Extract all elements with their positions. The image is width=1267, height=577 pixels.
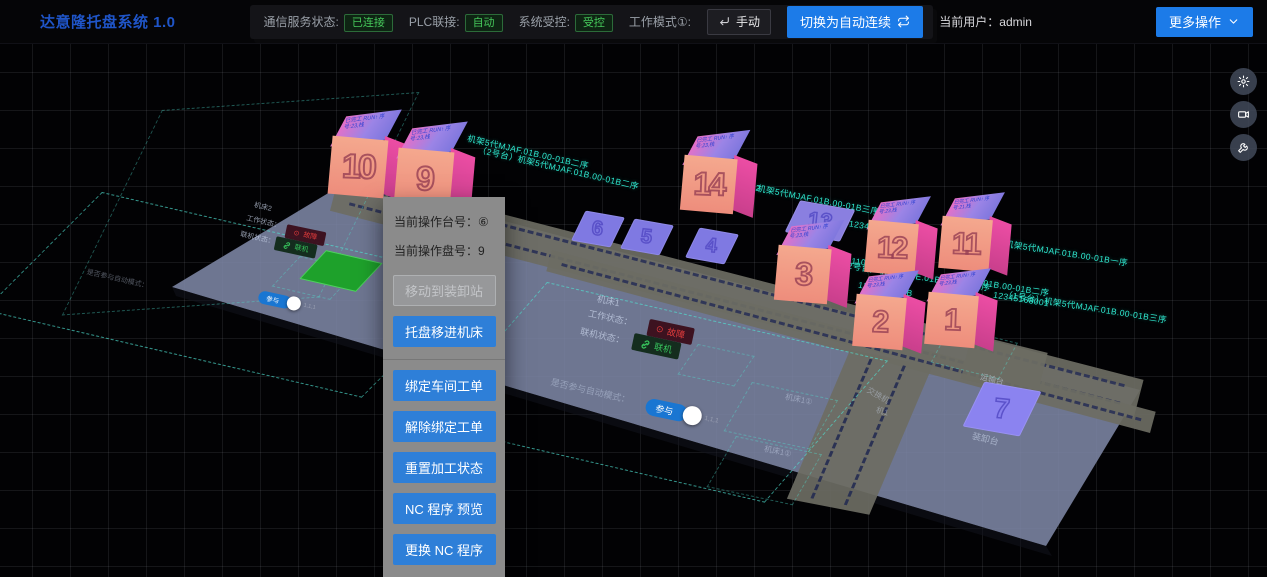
pallet-cube-14[interactable]: 已完工 RUN↑ 序号:23,栈 14 [682,132,764,218]
current-user-value: admin [999,15,1032,29]
cube-front-face: 2 [852,294,907,350]
scene-viewport[interactable]: 机床2 工作状态： 联机状态： ⊙故障 联机 是否参与自动模式： 参与 1,1,… [0,44,1267,577]
switch-auto-button[interactable]: 切换为自动连续 [787,6,923,38]
top-bar: 达意隆托盘系统 1.0 通信服务状态:已连接 PLC联接:自动 系统受控:受控 … [0,0,1267,44]
manual-mode-button[interactable]: 手动 [707,9,771,35]
pallet-number-value: 9 [478,244,485,258]
app-title: 达意隆托盘系统 1.0 [40,11,176,32]
pallet-tile-5[interactable]: 5 [620,219,674,256]
pallet-cube-1[interactable]: 已完工 RUN↑ 序号:23,栈 1 [926,271,1003,352]
status-badge-controlled: 受控 [575,14,613,32]
pallet-cube-3[interactable]: 已完工 RUN↑ 序号:23,栈 3 [776,222,858,308]
station-number-row: 当前操作台号：⑥ [383,207,505,236]
annotation: （2号台）机架5代MJAF.01B.00-01B二序 [477,144,640,193]
cube-front-face: 1 [924,292,979,348]
status-bar: 通信服务状态:已连接 PLC联接:自动 系统受控:受控 工作模式①: 手动 切换… [250,5,934,39]
pallet-tile-6[interactable]: 6 [571,211,625,248]
status-badge-connected: 已连接 [344,14,393,32]
gear-icon [1237,75,1250,88]
alarm-icon: ⊙ [293,229,300,238]
pallet-into-machine-button[interactable]: 托盘移进机床 [393,316,496,347]
toggle-knob[interactable] [286,295,303,312]
pallet-cube-2[interactable]: 已完工 RUN↑ 序号:23,栈 2 [854,273,931,354]
camera-fab[interactable] [1230,101,1257,128]
pallet-context-menu: 当前操作台号：⑥ 当前操作盘号：9 移动到装卸站 托盘移进机床 绑定车间工单 解… [383,197,505,577]
pallet-cube-12[interactable]: 已完工 RUN↑ 序号:23,栈 12 [866,199,943,280]
tools-fab[interactable] [1230,134,1257,161]
cube-front-face: 12 [864,220,919,276]
toggle-suffix: 1,1,1 [704,415,720,425]
cube-front-face: 3 [774,245,832,305]
link-icon [640,338,652,350]
cube-front-face: 11 [938,216,993,272]
pallet-tile-4[interactable]: 4 [685,228,739,265]
video-camera-icon [1237,108,1250,121]
nc-program-preview-button[interactable]: NC 程序 预览 [393,493,496,524]
status-controlled: 系统受控:受控 [519,13,613,31]
more-actions-button[interactable]: 更多操作 [1156,7,1253,37]
menu-separator [383,359,505,360]
chevron-down-icon [1227,15,1240,28]
current-user: 当前用户：admin [939,13,1032,30]
annotation: （1号台）机架5代MJAF.01B.00-01B三序 [1003,288,1168,326]
toggle-suffix: 1,1,1 [303,303,316,311]
status-plc: PLC联接:自动 [409,13,503,31]
unbind-workorder-button[interactable]: 解除绑定工单 [393,411,496,442]
settings-fab[interactable] [1230,68,1257,95]
repeat-icon [897,15,910,28]
wrench-icon [1237,141,1250,154]
link-icon [282,241,291,250]
bind-workorder-button[interactable]: 绑定车间工单 [393,370,496,401]
reset-machining-status-button[interactable]: 重置加工状态 [393,452,496,483]
pallet-cube-11[interactable]: 已完工 RUN↑ 序号:21,栈 11 [940,195,1017,276]
enter-arrow-icon [718,15,731,28]
alarm-icon: ⊙ [655,323,665,335]
status-comm: 通信服务状态:已连接 [264,13,393,31]
station-number-value: ⑥ [478,215,489,229]
pallet-number-row: 当前操作盘号：9 [383,236,505,265]
cube-front-face: 14 [680,155,738,215]
cube-front-face: 10 [328,136,389,199]
change-nc-program-button[interactable]: 更换 NC 程序 [393,534,496,565]
move-to-dock-button: 移动到装卸站 [393,275,496,306]
status-badge-plc: 自动 [465,14,503,32]
work-mode-label: 工作模式①: [629,13,691,30]
